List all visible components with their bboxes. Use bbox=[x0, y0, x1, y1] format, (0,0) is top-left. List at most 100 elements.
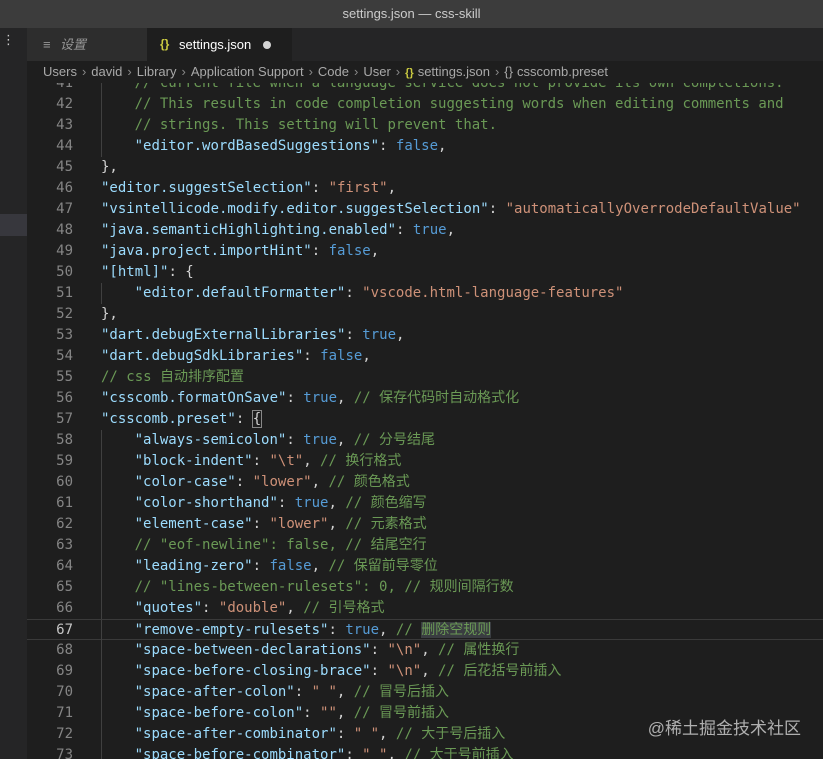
code-line[interactable]: 62 "element-case": "lower", // 元素格式 bbox=[27, 514, 823, 535]
more-actions-icon[interactable]: ⋮ bbox=[2, 32, 16, 48]
breadcrumb-item[interactable]: User bbox=[363, 61, 390, 83]
code-line[interactable]: 43 // strings. This setting will prevent … bbox=[27, 115, 823, 136]
line-number: 54 bbox=[56, 348, 73, 364]
punctuation: , bbox=[396, 327, 405, 343]
code-line[interactable]: 70 "space-after-colon": " ", // 冒号后插入 bbox=[27, 682, 823, 703]
json-key: "editor.defaultFormatter" bbox=[134, 285, 346, 301]
code-line[interactable]: 47 "vsintellicode.modify.editor.suggestSe… bbox=[27, 199, 823, 220]
code-text: "space-before-closing-brace": "\n", // 后… bbox=[135, 661, 562, 682]
breadcrumb-item[interactable]: Code bbox=[318, 61, 349, 83]
json-string: " " bbox=[311, 684, 337, 700]
json-boolean: true bbox=[303, 432, 337, 448]
json-string: "automaticallyOverrodeDefaultValue" bbox=[505, 201, 801, 217]
code-line[interactable]: 61 "color-shorthand": true, // 颜色缩写 bbox=[27, 493, 823, 514]
code-line[interactable]: 65 // "lines-between-rulesets": 0, // 规则间… bbox=[27, 577, 823, 598]
code-line[interactable]: 49 "java.project.importHint": false, bbox=[27, 241, 823, 262]
json-key: "editor.wordBasedSuggestions" bbox=[134, 138, 380, 154]
code-line[interactable]: 59 "block-indent": "\t", // 换行格式 bbox=[27, 451, 823, 472]
punctuation: : bbox=[370, 642, 388, 658]
punctuation: : bbox=[286, 432, 304, 448]
tab-settings-ui[interactable]: ≡ 设置 bbox=[27, 28, 147, 61]
code-line[interactable]: 51 "editor.defaultFormatter": "vscode.htm… bbox=[27, 283, 823, 304]
chevron-right-icon: › bbox=[81, 64, 87, 79]
json-key: "space-before-colon" bbox=[134, 705, 304, 721]
json-string: " " bbox=[362, 747, 388, 759]
code-line[interactable]: 54 "dart.debugSdkLibraries": false, bbox=[27, 346, 823, 367]
punctuation: , bbox=[379, 622, 396, 638]
json-key: "space-between-declarations" bbox=[134, 642, 371, 658]
code-text: "block-indent": "\t", // 换行格式 bbox=[135, 451, 402, 472]
punctuation: : bbox=[252, 558, 270, 574]
code-line[interactable]: 69 "space-before-closing-brace": "\n", //… bbox=[27, 661, 823, 682]
json-boolean: false bbox=[269, 558, 312, 574]
code-line[interactable]: 41 // current file when a language servic… bbox=[27, 83, 823, 94]
line-number: 47 bbox=[56, 201, 73, 217]
line-number: 46 bbox=[56, 180, 73, 196]
line-number: 59 bbox=[56, 453, 73, 469]
code-line[interactable]: 58 "always-semicolon": true, // 分号结尾 bbox=[27, 430, 823, 451]
code-line[interactable]: 52}, bbox=[27, 304, 823, 325]
matched-bracket: { bbox=[251, 410, 263, 428]
punctuation: , bbox=[328, 516, 346, 532]
chevron-right-icon: › bbox=[181, 64, 186, 79]
code-line[interactable]: 45}, bbox=[27, 157, 823, 178]
json-string: "lower" bbox=[252, 474, 312, 490]
tab-settings-json[interactable]: {} settings.json bbox=[147, 28, 292, 61]
breadcrumb-item[interactable]: Users bbox=[43, 61, 77, 83]
code-comment: // bbox=[395, 622, 422, 638]
breadcrumb-item[interactable]: Application Support bbox=[191, 61, 304, 83]
punctuation: : bbox=[328, 622, 346, 638]
indent-guide bbox=[101, 83, 102, 94]
line-number: 60 bbox=[56, 474, 73, 490]
punctuation: : bbox=[345, 327, 363, 343]
code-text: "remove-empty-rulesets": true, // 删除空规则 bbox=[135, 620, 492, 641]
code-line[interactable]: 55 // css 自动排序配置 bbox=[27, 367, 823, 388]
indent-guide bbox=[101, 493, 102, 514]
code-line[interactable]: 64 "leading-zero": false, // 保留前导零位 bbox=[27, 556, 823, 577]
json-key: "dart.debugSdkLibraries" bbox=[101, 348, 304, 364]
code-text: "editor.defaultFormatter": "vscode.html-… bbox=[135, 283, 624, 304]
breadcrumb-item[interactable]: settings.json bbox=[418, 61, 490, 83]
punctuation: : bbox=[311, 243, 329, 259]
code-line[interactable]: 63 // "eof-newline": false, // 结尾空行 bbox=[27, 535, 823, 556]
code-line[interactable]: 42 // This results in code completion sug… bbox=[27, 94, 823, 115]
code-comment: // "lines-between-rulesets": 0, // 规则间隔行… bbox=[134, 579, 514, 595]
code-text: // strings. This setting will prevent th… bbox=[135, 115, 497, 136]
current-code-line[interactable]: 67 "remove-empty-rulesets": true, // 删除空规… bbox=[27, 619, 823, 641]
code-comment: // current file when a language service … bbox=[134, 83, 784, 91]
unsaved-dot-icon[interactable] bbox=[263, 41, 271, 49]
breadcrumb-item[interactable]: csscomb.preset bbox=[517, 61, 608, 83]
json-string: "\t" bbox=[269, 453, 304, 469]
line-number: 51 bbox=[56, 285, 73, 301]
code-comment: // 后花括号前插入 bbox=[438, 663, 562, 679]
line-number: 55 bbox=[56, 369, 73, 385]
breadcrumb-item[interactable]: david bbox=[91, 61, 122, 83]
indent-guide bbox=[101, 640, 102, 661]
code-text: "[html]": { bbox=[101, 262, 194, 283]
code-line[interactable]: 44 "editor.wordBasedSuggestions": false, bbox=[27, 136, 823, 157]
punctuation: }, bbox=[101, 159, 118, 175]
json-key: "leading-zero" bbox=[134, 558, 253, 574]
indent-guide bbox=[101, 745, 102, 759]
json-key: "space-after-combinator" bbox=[134, 726, 337, 742]
code-line[interactable]: 60 "color-case": "lower", // 颜色格式 bbox=[27, 472, 823, 493]
code-line[interactable]: 56 "csscomb.formatOnSave": true, // 保存代码时… bbox=[27, 388, 823, 409]
code-line[interactable]: 57 "csscomb.preset": { bbox=[27, 409, 823, 430]
indent-guide bbox=[101, 703, 102, 724]
indent-guide bbox=[101, 283, 102, 304]
code-line[interactable]: 48 "java.semanticHighlighting.enabled": t… bbox=[27, 220, 823, 241]
code-line[interactable]: 53 "dart.debugExternalLibraries": true, bbox=[27, 325, 823, 346]
code-line[interactable]: 50 "[html]": { bbox=[27, 262, 823, 283]
code-line[interactable]: 66 "quotes": "double", // 引号格式 bbox=[27, 598, 823, 619]
punctuation: : bbox=[303, 705, 321, 721]
json-key: "remove-empty-rulesets" bbox=[134, 622, 329, 638]
code-line[interactable]: 46 "editor.suggestSelection": "first", bbox=[27, 178, 823, 199]
line-number: 45 bbox=[56, 159, 73, 175]
code-text: "quotes": "double", // 引号格式 bbox=[135, 598, 385, 619]
window-title: settings.json — css-skill bbox=[0, 0, 823, 28]
activity-item-selected[interactable] bbox=[0, 214, 27, 236]
code-line[interactable]: 68 "space-between-declarations": "\n", //… bbox=[27, 640, 823, 661]
code-editor[interactable]: 41 // current file when a language servic… bbox=[27, 83, 823, 759]
code-line[interactable]: 73 "space-before-combinator": " ", // 大于号… bbox=[27, 745, 823, 759]
breadcrumb-item[interactable]: Library bbox=[137, 61, 177, 83]
